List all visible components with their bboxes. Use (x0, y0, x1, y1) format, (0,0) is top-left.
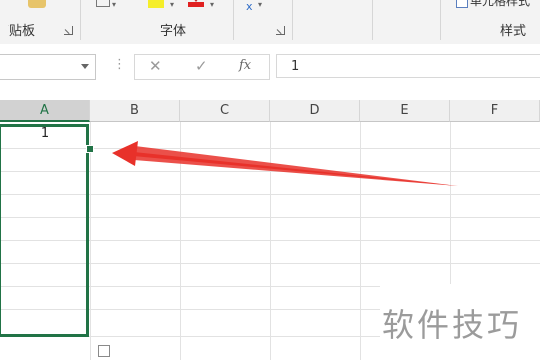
arrow-shaft (134, 146, 458, 186)
watermark: 软件技巧 (382, 306, 523, 344)
arrow-head (112, 141, 138, 166)
